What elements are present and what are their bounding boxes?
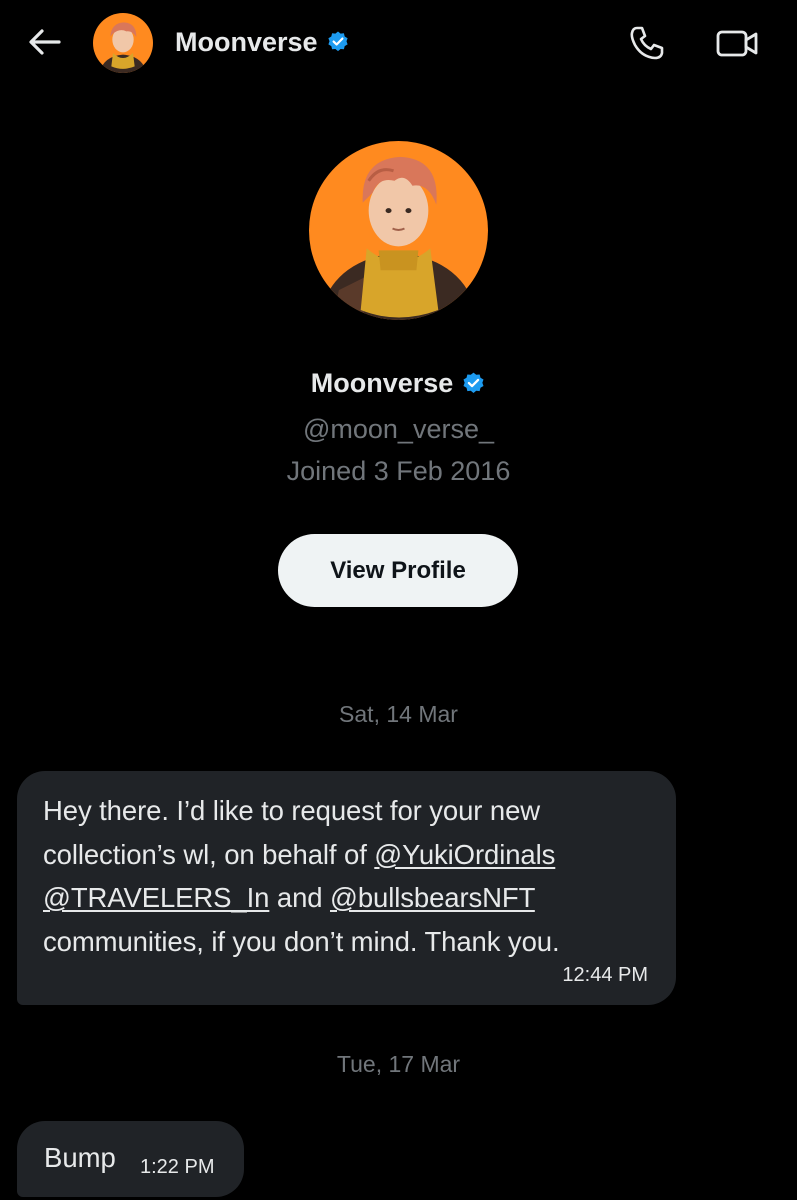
phone-icon <box>630 26 664 60</box>
profile-name-text: Moonverse <box>310 368 454 398</box>
video-camera-icon <box>716 30 758 57</box>
back-button[interactable] <box>24 22 64 62</box>
profile-name: Moonverse <box>0 364 797 402</box>
message-timestamp: 1:22 PM <box>140 1156 215 1178</box>
date-separator: Tue, 17 Mar <box>336 1051 461 1077</box>
video-call-button[interactable] <box>714 23 760 63</box>
call-button[interactable] <box>627 23 667 63</box>
profile-avatar[interactable] <box>309 141 488 320</box>
date-separator: Sat, 14 Mar <box>339 701 458 727</box>
arrow-left-icon <box>29 29 61 55</box>
message-timestamp: 12:44 PM <box>562 964 648 986</box>
avatar-image <box>93 13 153 73</box>
message-text-segment: and <box>269 882 330 913</box>
header-title[interactable]: Moonverse <box>175 24 350 60</box>
verified-badge-icon <box>327 31 348 52</box>
mention-link[interactable]: @YukiOrdinals <box>374 839 555 870</box>
header-avatar[interactable] <box>93 13 153 73</box>
profile-joined-date: Joined 3 Feb 2016 <box>286 456 511 486</box>
verified-badge-icon <box>463 372 484 393</box>
conversation-header: Moonverse <box>0 0 797 86</box>
header-name-text: Moonverse <box>175 27 318 57</box>
view-profile-button[interactable]: View Profile <box>278 534 518 607</box>
message-bubble[interactable]: Bump 1:22 PM <box>17 1121 244 1197</box>
message-text: Bump <box>44 1142 116 1173</box>
avatar-image <box>309 141 488 320</box>
mention-link[interactable]: @bullsbearsNFT <box>330 882 535 913</box>
message-text: Hey there. I’d like to request for your … <box>43 789 663 963</box>
mention-link[interactable]: @TRAVELERS_In <box>43 882 269 913</box>
profile-handle: @moon_verse_ <box>302 414 494 444</box>
message-bubble[interactable]: Hey there. I’d like to request for your … <box>17 771 676 1005</box>
message-text-segment: communities, if you don’t mind. Thank yo… <box>43 925 560 957</box>
